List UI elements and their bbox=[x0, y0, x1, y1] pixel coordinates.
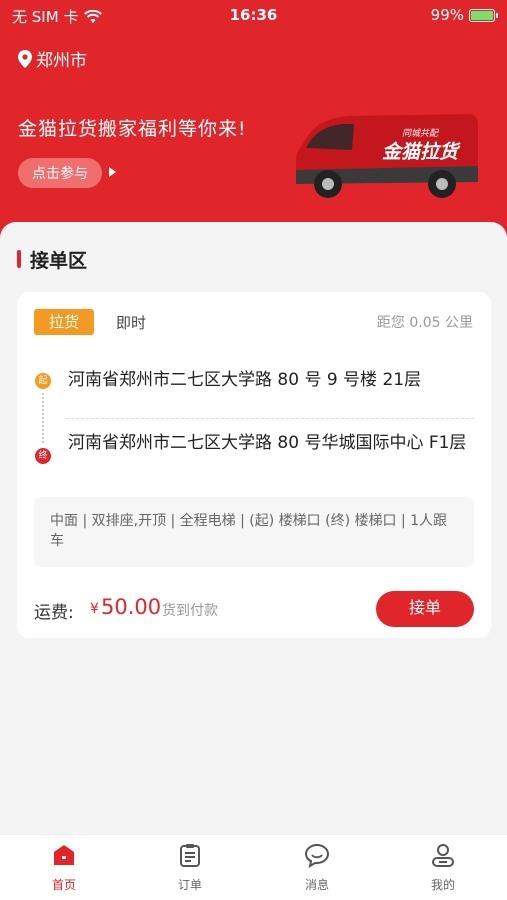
van-brand-text: 金猫拉货 bbox=[382, 141, 461, 163]
section-accent-bar bbox=[17, 250, 21, 268]
start-address: 河南省郑州市二七区大学路 80 号 9 号楼 21层 bbox=[68, 370, 422, 390]
status-right: 99% bbox=[430, 6, 498, 24]
tab-orders[interactable]: 订单 bbox=[150, 842, 230, 893]
order-details: 中面 | 双排座,开顶 | 全程电梯 | (起) 楼梯口 (终) 楼梯口 | 1… bbox=[34, 497, 474, 567]
route-connector bbox=[42, 393, 44, 443]
delivery-van-image: 金猫拉货 同城共配 bbox=[296, 114, 478, 198]
location-selector[interactable]: 郑州市 bbox=[18, 46, 87, 71]
message-icon bbox=[304, 843, 330, 868]
home-icon bbox=[54, 845, 74, 865]
start-marker: 起 bbox=[35, 373, 51, 389]
cargo-type-tag: 拉货 bbox=[34, 309, 94, 335]
location-pin-icon bbox=[18, 49, 32, 68]
time-type-tag: 即时 bbox=[116, 314, 147, 332]
fee-label: 运费: bbox=[34, 603, 74, 623]
address-divider bbox=[66, 418, 474, 419]
battery-percent: 99% bbox=[430, 6, 464, 24]
tab-profile[interactable]: 我的 bbox=[403, 842, 483, 893]
profile-icon bbox=[432, 844, 454, 867]
tab-home-label: 首页 bbox=[51, 878, 76, 892]
city-name: 郑州市 bbox=[36, 51, 87, 71]
fee-amount: 50.00 bbox=[101, 595, 162, 619]
payment-note: 货到付款 bbox=[162, 603, 218, 619]
battery-icon bbox=[469, 8, 498, 22]
order-list-icon bbox=[180, 844, 200, 867]
van-sub-text: 同城共配 bbox=[402, 128, 440, 138]
end-marker: 终 bbox=[35, 448, 51, 464]
tab-home[interactable]: 首页 bbox=[24, 842, 104, 893]
section-title: 接单区 bbox=[30, 250, 88, 272]
accept-order-button[interactable]: 接单 bbox=[376, 591, 474, 627]
order-card[interactable] bbox=[17, 292, 491, 638]
distance-text: 距您 0.05 公里 bbox=[376, 315, 473, 331]
play-arrow-icon bbox=[109, 167, 116, 177]
end-address: 河南省郑州市二七区大学路 80 号华城国际中心 F1层 bbox=[68, 433, 467, 453]
tab-messages[interactable]: 消息 bbox=[277, 842, 357, 893]
tab-profile-label: 我的 bbox=[430, 878, 455, 892]
join-button[interactable]: 点击参与 bbox=[18, 158, 102, 188]
tab-messages-label: 消息 bbox=[304, 878, 329, 892]
fee-currency: ¥ bbox=[90, 601, 99, 617]
status-bar: 无 SIM 卡 16:36 99% bbox=[0, 0, 507, 32]
tab-orders-label: 订单 bbox=[177, 878, 202, 892]
promo-headline: 金猫拉货搬家福利等你来! bbox=[18, 118, 247, 140]
